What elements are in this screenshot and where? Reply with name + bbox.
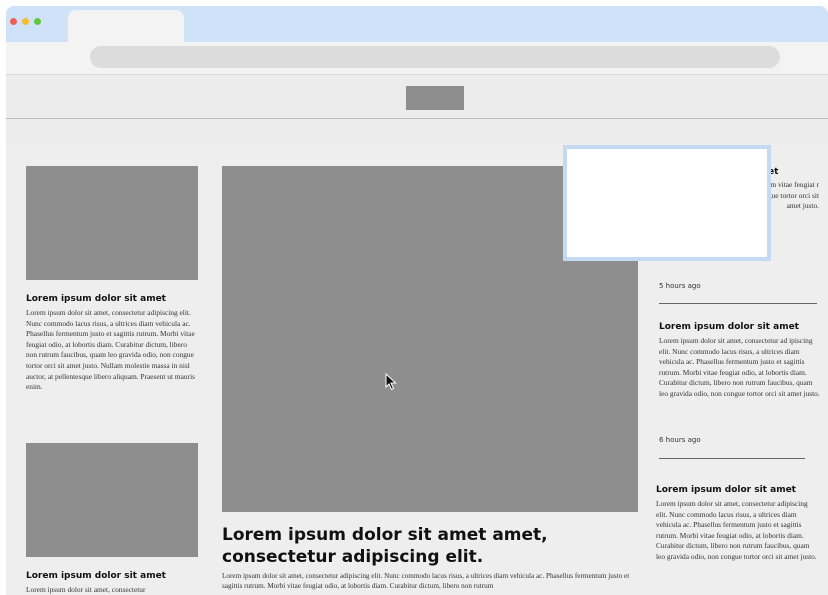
left-article-1-image[interactable] — [26, 166, 198, 280]
mouse-pointer-icon — [385, 373, 397, 391]
minimize-window-icon[interactable] — [22, 18, 29, 25]
browser-tab-bar — [6, 6, 828, 42]
right-article-1-title[interactable]: Lorem ipsum dolor sit amet — [659, 322, 819, 332]
browser-toolbar — [6, 42, 828, 74]
main-article-body: Lorem ipsum dolor sit amet, consectetur … — [222, 572, 630, 590]
main-article-title[interactable]: Lorem ipsum dolor sit amet amet, consect… — [222, 524, 632, 568]
site-logo-placeholder[interactable] — [406, 86, 464, 110]
left-article-2-image[interactable] — [26, 443, 198, 557]
right-article-2-title[interactable]: Lorem ipsum dolor sit amet — [656, 485, 816, 495]
right-divider-1 — [659, 303, 817, 304]
left-article-2-body: Lorem ipsum dolor sit amet, consectetur — [26, 585, 146, 594]
site-navigation-bar — [6, 118, 828, 144]
right-article-2-body: Lorem ipsum dolor sit amet, consectetur … — [656, 499, 817, 561]
left-article-1-title[interactable]: Lorem ipsum dolor sit amet — [26, 294, 198, 304]
site-header — [6, 74, 828, 119]
left-article-1-body: Lorem ipsum dolor sit amet, consectetur … — [26, 308, 196, 392]
overlay-popup[interactable] — [563, 145, 771, 261]
left-article-2-title[interactable]: Lorem ipsum dolor sit amet — [26, 571, 198, 581]
maximize-window-icon[interactable] — [34, 18, 41, 25]
right-article-partial-time: 5 hours ago — [659, 282, 701, 290]
close-window-icon[interactable] — [10, 18, 17, 25]
right-article-partial-title[interactable]: et — [768, 167, 818, 177]
right-article-1-time: 6 hours ago — [659, 436, 701, 444]
address-bar[interactable] — [90, 46, 780, 68]
right-article-1-body: Lorem ipsum dolor sit amet, consectetur … — [659, 336, 820, 398]
browser-tab[interactable] — [68, 10, 184, 42]
right-divider-2 — [659, 458, 805, 459]
